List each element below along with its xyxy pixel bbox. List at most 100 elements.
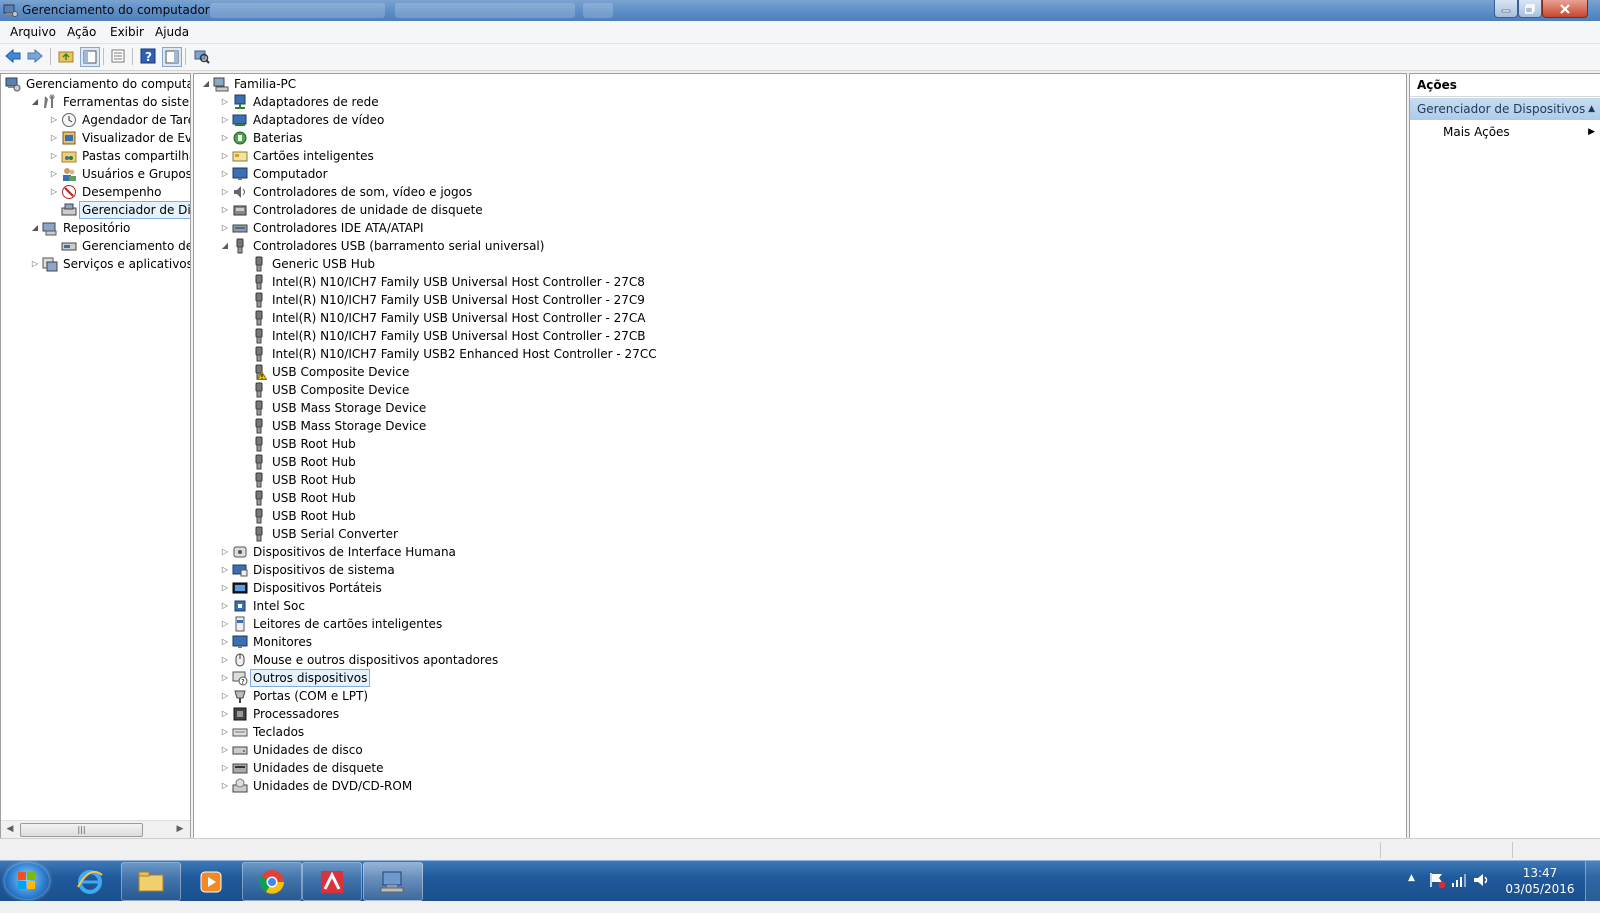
computer-management-taskbar-icon[interactable]: [363, 862, 423, 901]
collapsed-arrow-icon[interactable]: ▷: [221, 147, 229, 165]
action-center-flag-icon[interactable]: [1428, 871, 1446, 911]
collapsed-arrow-icon[interactable]: ▷: [50, 111, 58, 129]
usb-device-item[interactable]: Intel(R) N10/ICH7 Family USB Universal H…: [194, 273, 1406, 291]
console-tree-item[interactable]: Gerenciamento do computado: [1, 75, 190, 93]
usb-device-item[interactable]: Intel(R) N10/ICH7 Family USB Universal H…: [194, 309, 1406, 327]
device-category[interactable]: ▷ Monitores: [194, 633, 1406, 651]
menu-exibir[interactable]: Exibir: [110, 25, 144, 39]
collapsed-arrow-icon[interactable]: ▷: [221, 129, 229, 147]
scrollbar-thumb[interactable]: |||: [20, 823, 143, 837]
console-tree-item[interactable]: ▷ Pastas compartilhadas: [1, 147, 190, 165]
collapsed-arrow-icon[interactable]: ▷: [221, 165, 229, 183]
collapsed-arrow-icon[interactable]: ▷: [221, 597, 229, 615]
collapsed-arrow-icon[interactable]: ▷: [31, 255, 39, 273]
collapsed-arrow-icon[interactable]: ▷: [221, 615, 229, 633]
volume-icon[interactable]: [1472, 871, 1490, 911]
collapsed-arrow-icon[interactable]: ▷: [221, 579, 229, 597]
menu-ajuda[interactable]: Ajuda: [155, 25, 189, 39]
console-tree-item[interactable]: ◢ Repositório: [1, 219, 190, 237]
console-tree-item[interactable]: Gerenciador de Disposit: [1, 201, 190, 219]
horizontal-scrollbar[interactable]: ◀ ||| ▶: [1, 820, 190, 838]
menu-arquivo[interactable]: Arquivo: [10, 25, 56, 39]
collapsed-arrow-icon[interactable]: ▷: [221, 759, 229, 777]
collapsed-arrow-icon[interactable]: ▷: [221, 687, 229, 705]
scroll-left-icon[interactable]: ◀: [3, 823, 17, 836]
collapsed-arrow-icon[interactable]: ▷: [221, 93, 229, 111]
usb-device-item[interactable]: USB Root Hub: [194, 489, 1406, 507]
device-category[interactable]: ▷ Unidades de DVD/CD-ROM: [194, 777, 1406, 795]
device-category[interactable]: ▷ Portas (COM e LPT): [194, 687, 1406, 705]
device-category[interactable]: ▷ Baterias: [194, 129, 1406, 147]
usb-device-item[interactable]: USB Root Hub: [194, 471, 1406, 489]
device-category[interactable]: ▷ Teclados: [194, 723, 1406, 741]
device-category[interactable]: ▷ Controladores IDE ATA/ATAPI: [194, 219, 1406, 237]
collapsed-arrow-icon[interactable]: ▷: [221, 633, 229, 651]
device-category[interactable]: ▷? Outros dispositivos: [194, 669, 1406, 687]
minimize-button[interactable]: [1494, 0, 1518, 18]
chrome-icon[interactable]: [242, 862, 302, 901]
collapsed-arrow-icon[interactable]: ▷: [221, 741, 229, 759]
collapsed-arrow-icon[interactable]: ▷: [221, 651, 229, 669]
forward-icon[interactable]: [26, 47, 44, 65]
collapsed-arrow-icon[interactable]: ▷: [50, 165, 58, 183]
start-button[interactable]: [5, 863, 49, 899]
up-folder-icon[interactable]: [57, 47, 75, 65]
collapsed-arrow-icon[interactable]: ▷: [50, 147, 58, 165]
collapse-up-icon[interactable]: ▲: [1588, 98, 1595, 120]
device-category[interactable]: ▷ Controladores de unidade de disquete: [194, 201, 1406, 219]
media-player-icon[interactable]: [181, 862, 241, 901]
device-category[interactable]: ▷ Cartões inteligentes: [194, 147, 1406, 165]
collapsed-arrow-icon[interactable]: ▷: [221, 777, 229, 795]
usb-device-item[interactable]: USB Root Hub: [194, 453, 1406, 471]
device-category[interactable]: ▷ Dispositivos de Interface Humana: [194, 543, 1406, 561]
console-tree-item[interactable]: ▷ Agendador de Tarefas: [1, 111, 190, 129]
usb-device-item[interactable]: Intel(R) N10/ICH7 Family USB2 Enhanced H…: [194, 345, 1406, 363]
help-icon[interactable]: ?: [139, 47, 157, 65]
collapsed-arrow-icon[interactable]: ▷: [221, 723, 229, 741]
taskbar-clock[interactable]: 13:47 03/05/2016: [1505, 865, 1575, 897]
collapsed-arrow-icon[interactable]: ▷: [50, 183, 58, 201]
network-signal-icon[interactable]: [1450, 871, 1468, 911]
show-action-pane-icon[interactable]: [162, 47, 182, 67]
properties-list-icon[interactable]: [109, 47, 127, 65]
usb-device-item[interactable]: USB Serial Converter: [194, 525, 1406, 543]
collapsed-arrow-icon[interactable]: ▷: [221, 183, 229, 201]
scan-hardware-icon[interactable]: [192, 47, 210, 65]
collapsed-arrow-icon[interactable]: ▷: [221, 561, 229, 579]
usb-device-item[interactable]: Intel(R) N10/ICH7 Family USB Universal H…: [194, 327, 1406, 345]
device-category[interactable]: ▷ Intel Soc: [194, 597, 1406, 615]
expanded-arrow-icon[interactable]: ◢: [31, 93, 39, 111]
show-hide-console-tree-icon[interactable]: [80, 47, 100, 67]
expanded-arrow-icon[interactable]: ◢: [221, 237, 229, 255]
usb-device-item[interactable]: Intel(R) N10/ICH7 Family USB Universal H…: [194, 291, 1406, 309]
console-tree-item[interactable]: Gerenciamento de disco: [1, 237, 190, 255]
console-tree-item[interactable]: ▷ Desempenho: [1, 183, 190, 201]
device-category[interactable]: ▷ Processadores: [194, 705, 1406, 723]
expanded-arrow-icon[interactable]: ◢: [31, 219, 39, 237]
more-actions-item[interactable]: Mais Ações ▶: [1443, 123, 1600, 141]
device-category[interactable]: ▷ Unidades de disquete: [194, 759, 1406, 777]
internet-explorer-icon[interactable]: [60, 862, 120, 901]
device-category[interactable]: ▷ Adaptadores de vídeo: [194, 111, 1406, 129]
back-icon[interactable]: [4, 47, 22, 65]
usb-device-item[interactable]: USB Mass Storage Device: [194, 399, 1406, 417]
actions-group-device-manager[interactable]: Gerenciador de Dispositivos ▲: [1410, 98, 1600, 120]
expanded-arrow-icon[interactable]: ◢: [202, 75, 210, 93]
scroll-right-icon[interactable]: ▶: [173, 823, 187, 836]
close-button[interactable]: [1542, 0, 1588, 18]
collapsed-arrow-icon[interactable]: ▷: [50, 129, 58, 147]
console-tree-item[interactable]: ◢ Ferramentas do sistema: [1, 93, 190, 111]
app-icon[interactable]: [302, 862, 362, 901]
collapsed-arrow-icon[interactable]: ▷: [221, 201, 229, 219]
usb-device-item[interactable]: USB Composite Device: [194, 363, 1406, 381]
usb-device-item[interactable]: USB Mass Storage Device: [194, 417, 1406, 435]
console-tree-item[interactable]: ▷ Serviços e aplicativos: [1, 255, 190, 273]
show-desktop-button[interactable]: [1585, 861, 1600, 901]
collapsed-arrow-icon[interactable]: ▷: [221, 669, 229, 687]
collapsed-arrow-icon[interactable]: ▷: [221, 543, 229, 561]
file-explorer-icon[interactable]: [121, 862, 181, 901]
collapsed-arrow-icon[interactable]: ▷: [221, 111, 229, 129]
collapsed-arrow-icon[interactable]: ▷: [221, 219, 229, 237]
usb-device-item[interactable]: USB Root Hub: [194, 507, 1406, 525]
menu-acao[interactable]: Ação: [67, 25, 96, 39]
